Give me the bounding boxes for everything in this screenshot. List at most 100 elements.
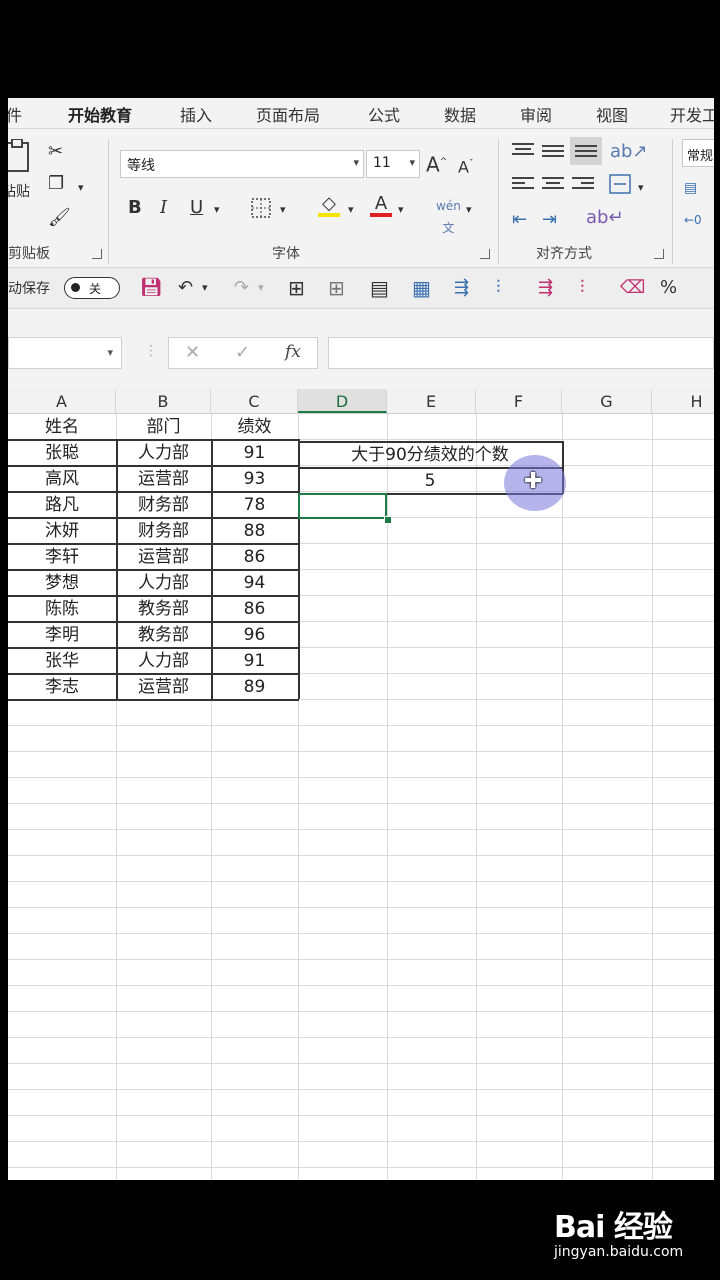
dept-cell[interactable]: 运营部 [116,465,211,491]
align-top-icon[interactable] [512,143,534,161]
tab-view[interactable]: 视图 [596,102,628,126]
table-icon[interactable]: ▤ [370,277,389,299]
alignment-launcher-icon[interactable] [654,249,664,259]
italic-icon[interactable]: I [160,197,167,219]
header-dept-cell[interactable]: 部门 [116,413,211,439]
score-cell[interactable]: 86 [211,543,298,569]
bold-icon[interactable]: B [128,197,142,219]
column-header-d[interactable]: D [298,389,387,413]
formula-input[interactable] [328,337,714,369]
cancel-icon[interactable]: ✕ [185,342,200,363]
worksheet-grid[interactable]: A B C D E F G H 姓名 部门 绩效 张聪 人力部 91 高风 运营部 93 路凡 财务… [8,389,714,1180]
redo-dropdown-icon[interactable]: ▾ [258,277,264,299]
dept-cell[interactable]: 教务部 [116,595,211,621]
name-cell[interactable]: 李轩 [8,543,116,569]
decrease-indent-icon[interactable]: ⇤ [512,209,527,231]
borders-dropdown-icon[interactable]: ▾ [280,199,286,221]
fill-color-dropdown-icon[interactable]: ▾ [348,199,354,221]
align-middle-icon[interactable] [542,145,564,163]
header-score-cell[interactable]: 绩效 [211,413,298,439]
paste-button[interactable]: 粘贴 [8,138,38,209]
column-header-g[interactable]: G [562,389,652,413]
fill-color-icon[interactable]: ◇ [318,193,340,217]
autosave-toggle[interactable]: 关 [64,277,120,299]
tab-review[interactable]: 审阅 [520,102,552,126]
increase-indent-icon[interactable]: ⇥ [542,209,557,231]
name-cell[interactable]: 李明 [8,621,116,647]
dept-cell[interactable]: 人力部 [116,439,211,465]
orientation-icon[interactable]: ab↗ [610,141,648,163]
dept-cell[interactable]: 人力部 [116,569,211,595]
decimal-icon[interactable]: ←0 [684,209,702,231]
fill-handle[interactable] [384,516,392,524]
name-cell[interactable]: 陈陈 [8,595,116,621]
wrap-text-icon[interactable]: ab↵ [586,207,624,229]
name-cell[interactable]: 梦想 [8,569,116,595]
cut-icon[interactable]: ✂ [48,141,63,163]
dept-cell[interactable]: 运营部 [116,673,211,699]
format-painter-icon[interactable]: 🖌 [48,207,71,229]
score-cell[interactable]: 91 [211,647,298,673]
insert-row-icon[interactable]: ⇶ [454,277,469,299]
column-header-f[interactable]: F [476,389,562,413]
enter-icon[interactable]: ✓ [235,342,250,363]
copy-icon[interactable]: ❐ [48,173,64,195]
font-launcher-icon[interactable] [480,249,490,259]
copy-dropdown-icon[interactable]: ▾ [78,177,84,199]
align-right-icon[interactable] [572,177,594,195]
column-header-e[interactable]: E [387,389,476,413]
grid-icon[interactable]: ▦ [412,277,431,299]
score-cell[interactable]: 89 [211,673,298,699]
font-color-dropdown-icon[interactable]: ▾ [398,199,404,221]
column-header-a[interactable]: A [8,389,116,413]
column-header-b[interactable]: B [116,389,211,413]
name-cell[interactable]: 路凡 [8,491,116,517]
score-cell[interactable]: 86 [211,595,298,621]
clipboard-launcher-icon[interactable] [92,249,102,259]
phonetic-icon[interactable]: wén 文 [436,195,461,239]
undo-dropdown-icon[interactable]: ▾ [202,277,208,299]
score-cell[interactable]: 94 [211,569,298,595]
font-name-select[interactable]: 等线 ▾ [120,150,364,178]
underline-icon[interactable]: U [190,197,203,219]
score-cell[interactable]: 88 [211,517,298,543]
tab-insert[interactable]: 插入 [180,102,212,126]
score-cell[interactable]: 93 [211,465,298,491]
currency-format-icon[interactable]: ▤ [684,177,697,199]
phonetic-dropdown-icon[interactable]: ▾ [466,199,472,221]
name-cell[interactable]: 沐妍 [8,517,116,543]
eraser-icon[interactable]: ⌫ [620,277,645,299]
drag-handle-icon[interactable]: ⋮ [144,343,158,359]
dept-cell[interactable]: 教务部 [116,621,211,647]
redo-icon[interactable]: ↷ [234,277,249,299]
header-name-cell[interactable]: 姓名 [8,413,116,439]
all-borders-icon[interactable]: ⊞ [288,277,305,299]
dept-cell[interactable]: 人力部 [116,647,211,673]
name-cell[interactable]: 张华 [8,647,116,673]
number-format-select[interactable]: 常规 [682,139,714,167]
merge-center-icon[interactable] [608,173,632,195]
align-bottom-button[interactable] [570,137,602,165]
name-box[interactable]: ▾ [8,337,122,369]
dept-cell[interactable]: 财务部 [116,491,211,517]
tab-page-layout[interactable]: 页面布局 [256,102,320,126]
font-color-icon[interactable]: A [370,193,392,217]
score-cell[interactable]: 96 [211,621,298,647]
insert-function-icon[interactable]: fx [285,342,301,362]
undo-icon[interactable]: ↶ [178,277,193,299]
decrease-font-icon[interactable]: Aˇ [458,153,473,178]
merge-dropdown-icon[interactable]: ▾ [638,177,644,199]
increase-font-icon[interactable]: A^ [426,151,447,176]
tab-data[interactable]: 数据 [444,102,476,126]
dept-cell[interactable]: 财务部 [116,517,211,543]
delete-row-icon[interactable]: ⇶ [538,277,553,299]
borders-icon[interactable] [250,197,272,219]
insert-column-icon[interactable]: ⫶ [496,277,501,299]
column-header-h[interactable]: H [652,389,714,413]
tab-home[interactable]: 开始教育 [68,102,133,132]
save-icon[interactable]: 💾︎ [140,277,163,299]
tab-developer[interactable]: 开发工具 [670,102,714,126]
active-cell-d5[interactable] [298,493,387,519]
score-cell[interactable]: 91 [211,439,298,465]
column-header-c[interactable]: C [211,389,298,413]
